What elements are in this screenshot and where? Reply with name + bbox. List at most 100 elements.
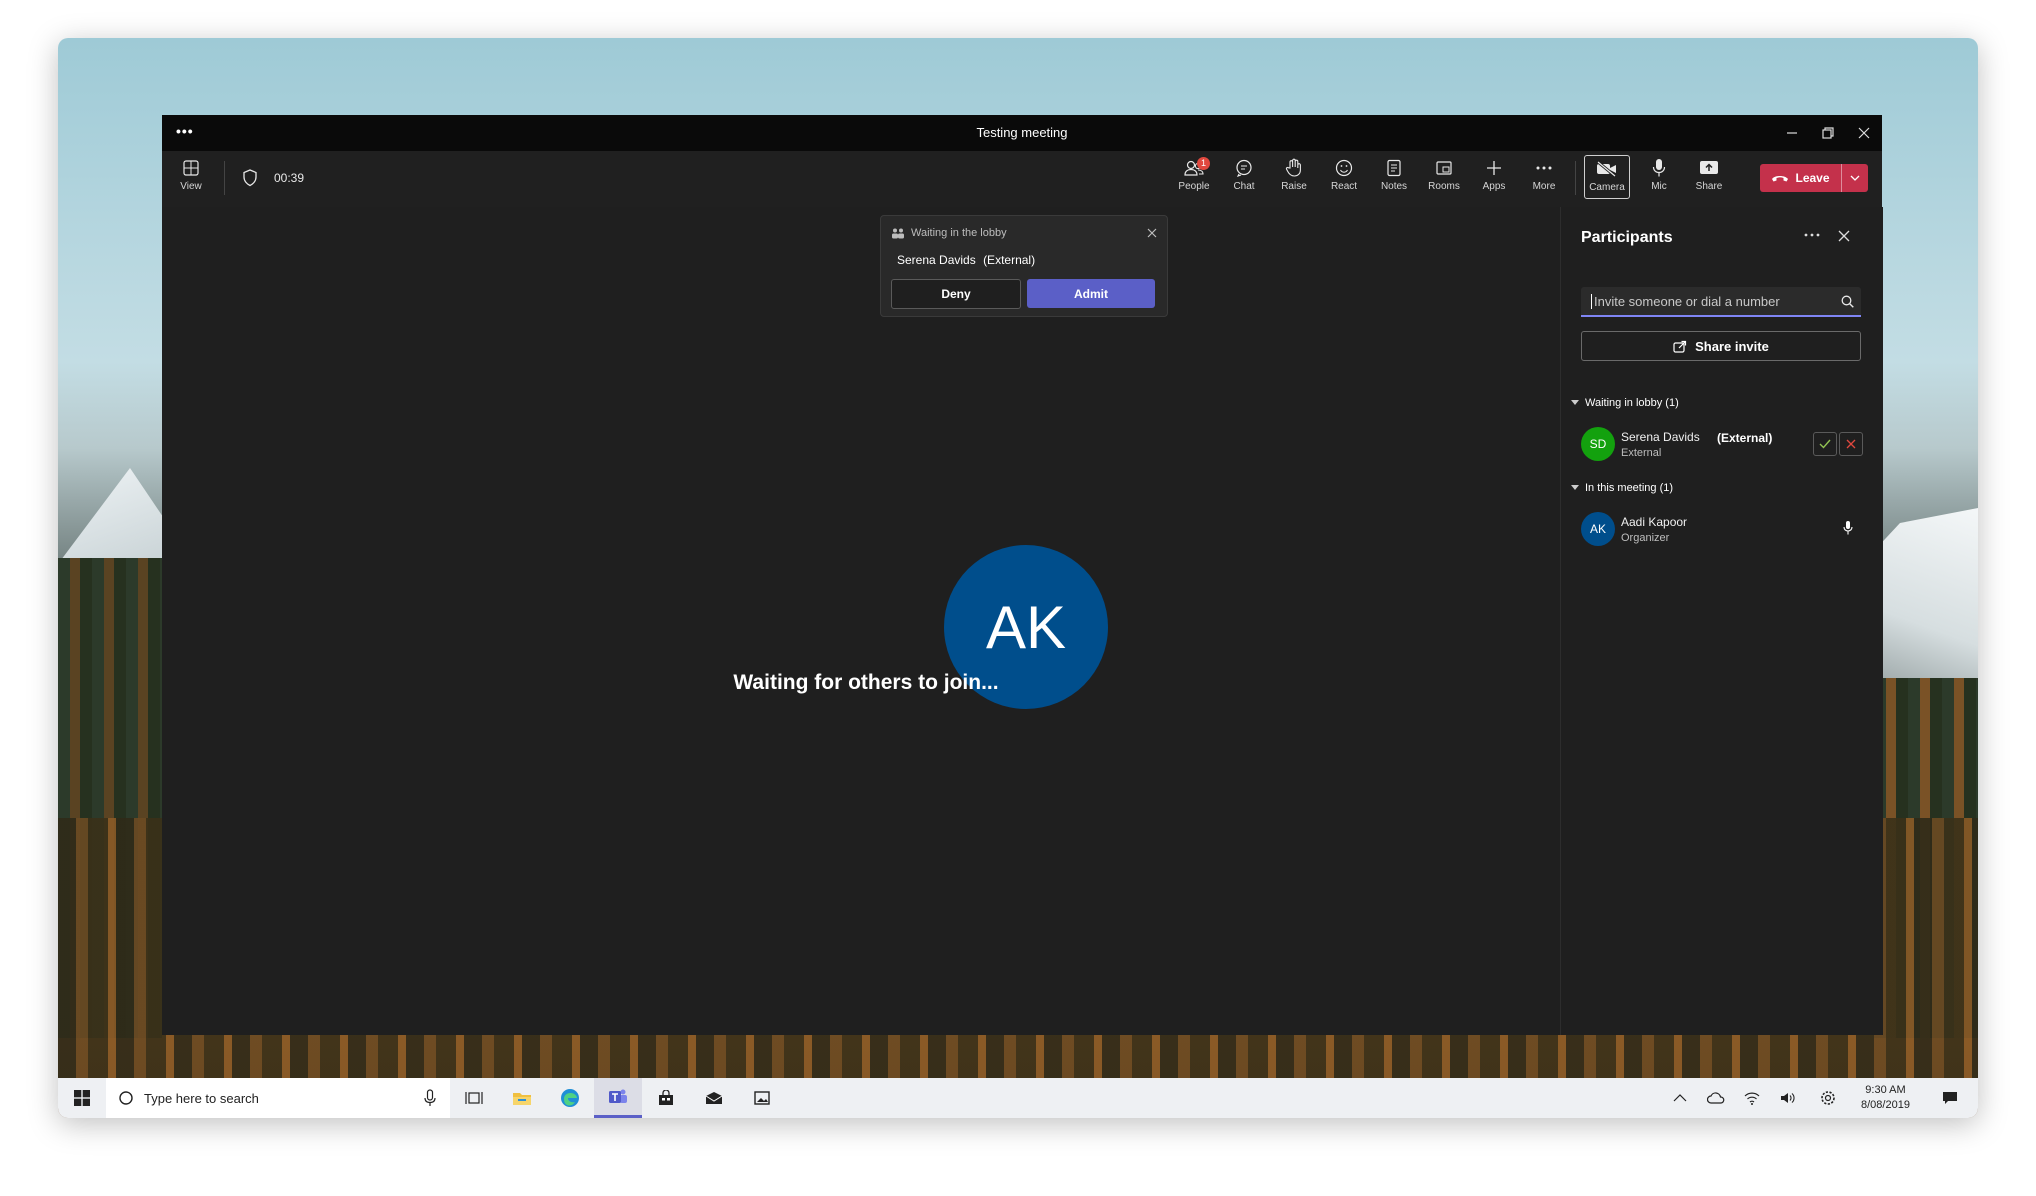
share-screen-icon [1700,161,1718,174]
checkmark-icon [1819,439,1831,449]
file-explorer-button[interactable] [498,1078,546,1118]
taskbar-clock[interactable]: 9:30 AM 8/08/2019 [1861,1083,1910,1113]
close-icon [1858,127,1870,139]
participant-role: External [1621,447,1662,459]
caret-down-icon [1571,485,1579,490]
lobby-participant-row[interactable]: SD Serena Davids External (External) [1581,427,1871,463]
toolbar-divider [224,161,225,195]
meeting-section-header[interactable]: In this meeting (1) [1571,482,1673,494]
close-icon [1846,439,1856,449]
deny-participant-button[interactable] [1839,432,1863,456]
clock-date: 8/08/2019 [1861,1099,1910,1111]
admit-participant-button[interactable] [1813,432,1837,456]
leave-label: Leave [1795,171,1830,185]
lobby-section-label: Waiting in lobby (1) [1585,397,1679,409]
deny-button[interactable]: Deny [891,279,1021,309]
toolbar-divider [1575,161,1576,195]
meeting-stage: Waiting in the lobby Serena Davids (Exte… [162,207,1560,1035]
more-icon [1536,166,1552,170]
store-bag-icon [659,1090,673,1105]
teams-button[interactable] [594,1078,642,1118]
people-badge: 1 [1197,157,1210,170]
raise-hand-button[interactable]: Raise [1269,155,1319,203]
hang-up-icon [1772,176,1789,182]
leave-options-button[interactable] [1842,175,1868,181]
rooms-button[interactable]: Rooms [1419,155,1469,203]
meeting-participant-row[interactable]: AK Aadi Kapoor Organizer [1581,512,1871,548]
react-button[interactable]: React [1319,155,1369,203]
search-button[interactable] [1833,295,1861,308]
edge-button[interactable] [546,1078,594,1118]
photos-icon [754,1091,770,1105]
apps-button[interactable]: Apps [1469,155,1519,203]
photos-button[interactable] [738,1078,786,1118]
meeting-timer: 00:39 [274,171,305,185]
mail-icon [705,1092,723,1104]
edge-browser-icon [561,1089,579,1107]
raise-label: Raise [1281,181,1307,192]
mic-label: Mic [1651,181,1667,192]
start-button[interactable] [58,1078,106,1118]
notifications-button[interactable] [1930,1078,1970,1118]
mic-button[interactable]: Mic [1634,155,1684,203]
settings-button[interactable] [1810,1078,1846,1118]
lobby-section-header[interactable]: Waiting in lobby (1) [1571,397,1679,409]
panel-close-button[interactable] [1838,229,1850,247]
more-button[interactable]: More [1519,155,1569,203]
admit-button[interactable]: Admit [1027,279,1155,308]
avatar: SD [1581,427,1615,461]
more-icon [1804,233,1820,237]
invite-search-box[interactable] [1581,287,1861,317]
task-view-button[interactable] [450,1078,498,1118]
close-window-button[interactable] [1846,115,1882,151]
desktop: ••• Testing meeting View 00:39 1 People … [58,38,1978,1118]
restore-button[interactable] [1810,115,1846,151]
taskbar-search[interactable]: Type here to search [106,1078,450,1118]
share-invite-label: Share invite [1695,338,1769,354]
lobby-participant-name: Serena Davids [897,253,976,267]
grid-icon [183,160,199,176]
view-button[interactable]: View [166,155,216,203]
lobby-participant-tag: (External) [983,253,1036,267]
share-icon [1673,340,1687,353]
clock-time: 9:30 AM [1865,1084,1906,1096]
people-button[interactable]: 1 People [1169,155,1219,203]
panel-more-button[interactable] [1804,225,1820,243]
show-hidden-icons-button[interactable] [1662,1078,1698,1118]
share-invite-button[interactable]: Share invite [1581,331,1861,361]
windows-taskbar: Type here to search 9:30 AM 8/08/2019 [58,1078,1978,1118]
notes-button[interactable]: Notes [1369,155,1419,203]
task-view-icon [465,1092,483,1104]
participant-role: Organizer [1621,532,1670,544]
lobby-notification-close[interactable] [1147,225,1157,243]
minimize-button[interactable] [1774,115,1810,151]
microphone-icon [1843,521,1853,535]
search-circle-icon [119,1091,133,1105]
invite-input[interactable] [1591,293,1833,309]
camera-button[interactable]: Camera [1584,155,1630,199]
share-label: Share [1695,181,1723,192]
chat-button[interactable]: Chat [1219,155,1269,203]
store-button[interactable] [642,1078,690,1118]
minimize-icon [1787,132,1797,134]
volume-button[interactable] [1770,1078,1806,1118]
avatar: AK [1581,512,1615,546]
restore-icon [1822,127,1834,139]
plus-icon [1487,161,1501,175]
meeting-toolbar: View 00:39 1 People Chat Raise React Not… [162,151,1882,207]
wifi-icon [1744,1092,1760,1105]
network-button[interactable] [1734,1078,1770,1118]
teams-meeting-window: ••• Testing meeting View 00:39 1 People … [162,115,1883,1035]
share-button[interactable]: Share [1684,155,1734,203]
chat-icon [1236,159,1252,177]
onedrive-button[interactable] [1698,1078,1734,1118]
participants-panel: Participants Share invite Waiting in lob… [1560,207,1883,1035]
taskbar-search-placeholder: Type here to search [144,1090,259,1106]
microphone-icon[interactable] [424,1089,436,1107]
speaker-icon [1781,1093,1795,1103]
more-label: More [1532,181,1556,192]
folder-icon [513,1093,531,1105]
rooms-label: Rooms [1428,181,1460,192]
leave-button[interactable]: Leave [1760,164,1868,192]
mail-button[interactable] [690,1078,738,1118]
